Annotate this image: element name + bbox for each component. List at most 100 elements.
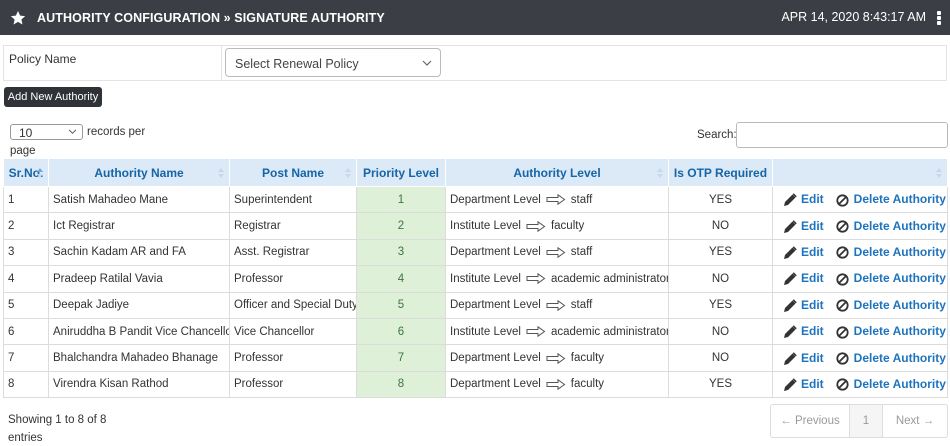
cell-authority-level: Institute Level academic administrator (445, 317, 669, 346)
column-header-is-otp-required[interactable]: Is OTP Required (668, 158, 773, 187)
policy-select[interactable]: Select Renewal Policy (225, 48, 441, 77)
edit-link[interactable]: Edit (777, 324, 824, 338)
edit-link[interactable]: Edit (777, 244, 824, 259)
delete-authority-link[interactable]: Delete Authority (824, 271, 946, 286)
authority-level-to: academic administrator (550, 325, 669, 338)
table-row: 4 Pradeep Ratilal Vavia Professor 4 Institut… (3, 265, 948, 293)
delete-authority-label: Delete Authority (853, 324, 946, 339)
pencil-icon (784, 193, 797, 207)
next-page-button[interactable]: Next → (883, 405, 947, 437)
authority-level-to: faculty (550, 220, 585, 233)
arrow-right-icon (526, 326, 546, 338)
cell-actions: Edit Delete Authority (772, 238, 948, 267)
delete-authority-link[interactable]: Delete Authority (824, 350, 946, 365)
authority-level-from: Institute Level (450, 272, 521, 285)
cell-authority-name: Bhalchandra Mahadeo Bhanage (48, 344, 230, 372)
add-new-authority-button[interactable]: Add New Authority (4, 87, 102, 107)
authority-level-from: Department Level (450, 352, 541, 365)
cell-priority-level: 7 (356, 344, 446, 372)
cell-authority-name: Virendra Kisan Rathod (48, 370, 230, 399)
cell-authority-level: Department Level faculty (445, 344, 669, 372)
delete-authority-label: Delete Authority (853, 297, 946, 312)
cell-post-name: Registrar (229, 212, 357, 240)
ban-icon (836, 246, 849, 260)
authority-table: Sr.No. Authority Name Post Name Priority… (3, 158, 948, 399)
edit-label: Edit (801, 244, 824, 259)
column-header-authority-level[interactable]: Authority Level (445, 158, 669, 187)
cell-otp-required: YES (668, 370, 773, 399)
edit-link[interactable]: Edit (777, 297, 824, 312)
delete-authority-link[interactable]: Delete Authority (824, 245, 946, 260)
edit-label: Edit (801, 350, 824, 365)
cell-sr-no: 6 (3, 317, 49, 346)
policy-divider (221, 46, 222, 80)
edit-link[interactable]: Edit (777, 350, 824, 365)
previous-page-button[interactable]: ← Previous (771, 405, 850, 437)
authority-level-to: faculty (570, 352, 605, 365)
edit-label: Edit (801, 192, 824, 207)
column-header-priority-level[interactable]: Priority Level (356, 158, 446, 187)
edit-label: Edit (801, 297, 824, 312)
records-per-page-value: 10 (19, 126, 33, 140)
delete-authority-link[interactable]: Delete Authority (824, 297, 946, 312)
page-1-button[interactable]: 1 (850, 405, 883, 437)
cell-authority-level: Institute Level faculty (445, 212, 669, 240)
cell-priority-level: 5 (356, 291, 446, 319)
sort-icon (218, 168, 224, 178)
delete-authority-label: Delete Authority (853, 350, 946, 365)
search-input[interactable] (736, 122, 948, 148)
column-header-actions[interactable] (772, 158, 948, 187)
table-info-text: Showing 1 to 8 of 8 (8, 414, 107, 426)
chevron-down-icon (68, 129, 77, 135)
cell-actions: Edit Delete Authority (772, 291, 948, 319)
edit-link[interactable]: Edit (777, 377, 824, 391)
arrow-right-icon (546, 246, 566, 258)
policy-select-value: Select Renewal Policy (235, 57, 359, 71)
cell-authority-level: Department Level staff (445, 291, 669, 319)
pencil-icon (784, 219, 797, 233)
delete-authority-label: Delete Authority (853, 218, 946, 233)
table-row: 1 Satish Mahadeo Mane Superintendent 1 Depar… (3, 185, 948, 214)
table-row: 5 Deepak Jadiye Officer and Special Duty 5 D… (3, 291, 948, 319)
table-header-row: Sr.No. Authority Name Post Name Priority… (3, 158, 948, 187)
cell-otp-required: NO (668, 317, 773, 346)
page-title: AUTHORITY CONFIGURATION » SIGNATURE AUTH… (37, 10, 385, 25)
delete-authority-link[interactable]: Delete Authority (824, 218, 946, 233)
cell-authority-name: Deepak Jadiye (48, 291, 230, 319)
column-header-post-name[interactable]: Post Name (229, 158, 357, 187)
edit-label: Edit (801, 271, 824, 286)
arrow-right-icon (526, 273, 546, 285)
cell-sr-no: 4 (3, 265, 49, 293)
ban-icon (836, 194, 849, 207)
cell-post-name: Superintendent (229, 185, 357, 214)
authority-level-from: Institute Level (450, 325, 521, 338)
column-header-sr-no[interactable]: Sr.No. (3, 158, 49, 187)
edit-link[interactable]: Edit (777, 271, 824, 286)
column-header-authority-name[interactable]: Authority Name (48, 158, 230, 187)
delete-authority-link[interactable]: Delete Authority (824, 377, 946, 392)
cell-authority-name: Ict Registrar (48, 212, 230, 240)
cell-priority-level: 4 (356, 265, 446, 293)
policy-row: Policy Name Select Renewal Policy (3, 45, 947, 81)
star-icon[interactable] (10, 10, 26, 26)
cell-sr-no: 1 (3, 185, 49, 214)
records-per-page-select[interactable]: 10 (10, 124, 83, 140)
table-row: 2 Ict Registrar Registrar 2 Institute Level f… (3, 212, 948, 240)
arrow-right-icon (546, 299, 566, 311)
cell-authority-level: Institute Level academic administrator (445, 265, 669, 293)
cell-post-name: Professor (229, 370, 357, 399)
edit-link[interactable]: Edit (777, 192, 824, 207)
authority-level-to: staff (570, 299, 593, 312)
kebab-menu-icon[interactable] (937, 11, 941, 25)
arrow-right-icon (546, 378, 566, 390)
authority-level-from: Department Level (450, 299, 541, 312)
table-row: 8 Virendra Kisan Rathod Professor 8 Departme… (3, 370, 948, 399)
authority-level-to: faculty (570, 378, 605, 391)
cell-sr-no: 2 (3, 212, 49, 240)
edit-link[interactable]: Edit (777, 219, 824, 233)
delete-authority-link[interactable]: Delete Authority (824, 192, 946, 207)
delete-authority-link[interactable]: Delete Authority (824, 324, 946, 339)
cell-sr-no: 3 (3, 238, 49, 267)
authority-level-to: staff (570, 246, 593, 259)
pencil-icon (784, 351, 797, 365)
